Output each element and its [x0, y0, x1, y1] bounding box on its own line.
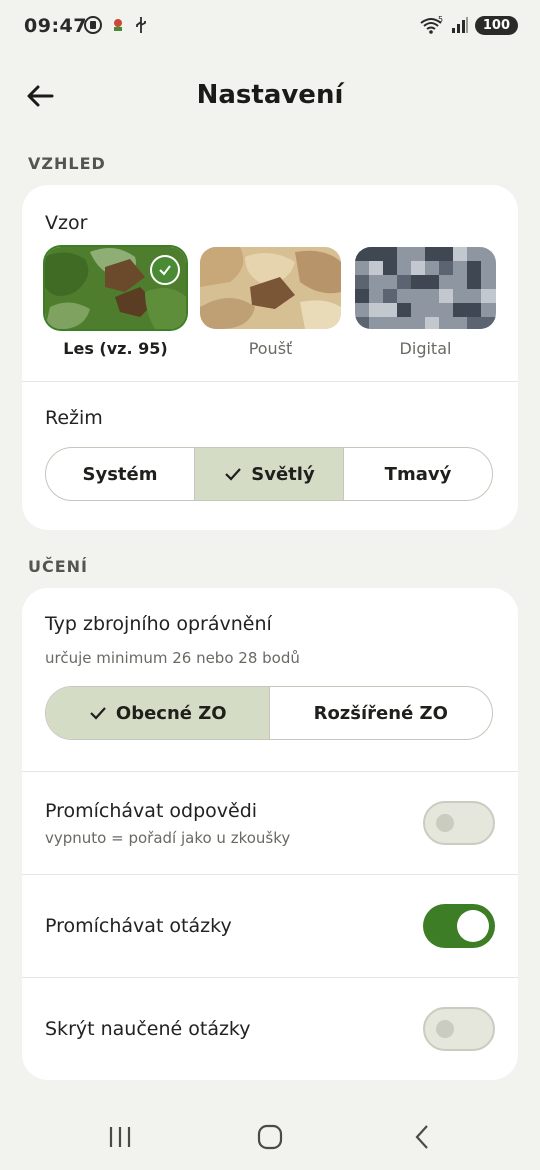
permit-sublabel: určuje minimum 26 nebo 28 bodů [45, 649, 300, 667]
permit-label: Typ zbrojního oprávnění [45, 613, 272, 635]
signal-icon [451, 17, 468, 33]
notification-icon [114, 19, 122, 31]
chevron-left-icon [415, 1125, 428, 1149]
pattern-forest[interactable] [45, 247, 186, 329]
divider [22, 977, 518, 978]
toggle-knob [457, 910, 489, 942]
home-button[interactable] [250, 1122, 290, 1152]
toggle-knob [436, 814, 454, 832]
back-nav-button[interactable] [402, 1122, 442, 1152]
shuffle-questions-toggle[interactable] [423, 904, 495, 948]
mode-label: Režim [45, 407, 103, 429]
permit-segmented-control: Obecné ZO Rozšířené ZO [45, 686, 493, 740]
divider [22, 874, 518, 875]
status-icons-right: 5 100 [419, 15, 518, 35]
home-icon [257, 1124, 283, 1150]
shuffle-answers-toggle[interactable] [423, 801, 495, 845]
divider [22, 381, 518, 382]
permit-option-label: Rozšířené ZO [313, 702, 448, 724]
permit-option-label: Obecné ZO [115, 702, 227, 724]
shuffle-questions-label: Promíchávat otázky [45, 915, 232, 937]
digital-camo-swatch [355, 247, 496, 329]
permit-option-general[interactable]: Obecné ZO [46, 687, 270, 739]
mode-segmented-control: Systém Světlý Tmavý [45, 447, 493, 501]
section-learning-label: UČENÍ [28, 557, 89, 576]
mode-option-dark[interactable]: Tmavý [344, 448, 492, 500]
sim-icon [84, 16, 102, 34]
selected-check-badge [150, 255, 180, 285]
check-icon [159, 265, 171, 276]
pattern-digital[interactable] [355, 247, 496, 329]
check-icon [90, 707, 106, 720]
pattern-forest-caption: Les (vz. 95) [63, 339, 168, 358]
svg-text:5: 5 [438, 15, 443, 24]
status-bar: 09:47 5 100 [0, 0, 540, 56]
system-nav-bar [0, 1100, 540, 1170]
pattern-desert-caption: Poušť [248, 339, 293, 358]
section-appearance-label: VZHLED [28, 154, 106, 173]
appearance-card: Vzor Les (vz. 95) Poušť Digital Režim Sy… [22, 185, 518, 530]
recent-apps-icon [109, 1127, 131, 1147]
desert-camo-swatch [200, 247, 341, 329]
toggle-knob [436, 1020, 454, 1038]
app-header: Nastavení [0, 64, 540, 128]
battery-indicator: 100 [474, 15, 518, 35]
status-time: 09:47 [24, 15, 87, 37]
mode-option-label: Světlý [251, 463, 315, 485]
pattern-desert[interactable] [200, 247, 341, 329]
hide-learned-label: Skrýt naučené otázky [45, 1018, 251, 1040]
status-icons-left [84, 16, 148, 34]
shuffle-answers-sublabel: vypnuto = pořadí jako u zkoušky [45, 829, 291, 847]
divider [22, 771, 518, 772]
mode-option-system[interactable]: Systém [46, 448, 195, 500]
recent-apps-button[interactable] [100, 1122, 140, 1152]
permit-option-extended[interactable]: Rozšířené ZO [270, 687, 493, 739]
page-title: Nastavení [196, 80, 344, 110]
learning-card: Typ zbrojního oprávnění určuje minimum 2… [22, 588, 518, 1080]
shuffle-answers-label: Promíchávat odpovědi [45, 800, 258, 822]
mode-option-label: Systém [82, 463, 158, 485]
pattern-label: Vzor [45, 212, 88, 234]
usb-icon [136, 17, 146, 33]
check-icon [225, 468, 242, 481]
mode-option-light[interactable]: Světlý [195, 448, 344, 500]
hide-learned-toggle[interactable] [423, 1007, 495, 1051]
pattern-digital-caption: Digital [399, 339, 452, 358]
mode-option-label: Tmavý [384, 463, 452, 485]
wifi-icon: 5 [420, 15, 443, 34]
